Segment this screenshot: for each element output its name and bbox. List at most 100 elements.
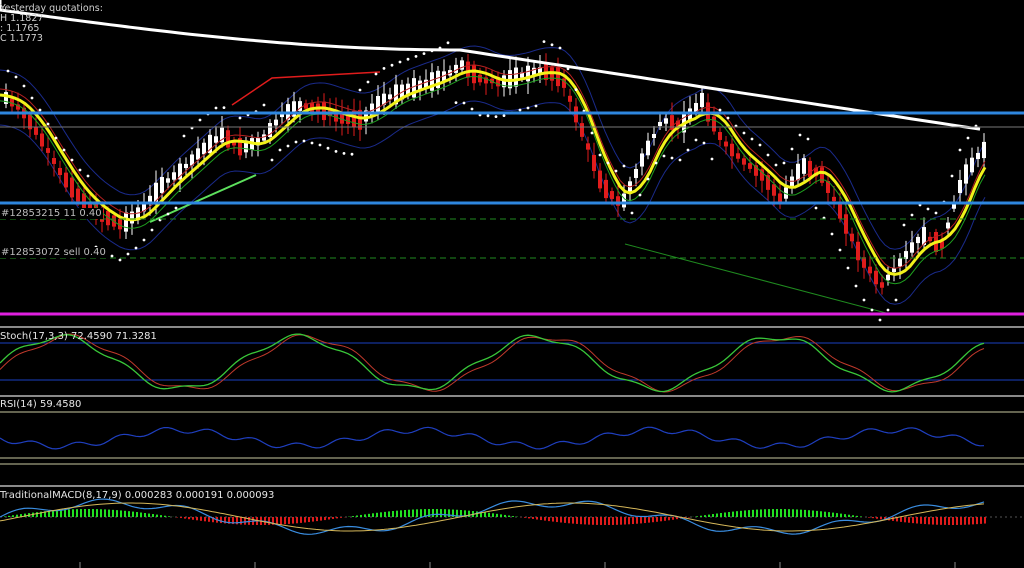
psar-dot <box>486 114 490 118</box>
psar-dot <box>222 106 226 109</box>
psar-dot <box>790 147 794 151</box>
macd-hist-bar <box>900 517 902 522</box>
candle-body <box>712 116 716 132</box>
macd-hist-bar <box>848 514 850 517</box>
macd-hist-bar <box>920 517 922 524</box>
psar-dot <box>398 60 402 64</box>
macd-hist-bar <box>780 509 782 517</box>
psar-dot <box>670 156 674 160</box>
macd-hist-bar <box>496 513 498 517</box>
macd-hist-bar <box>336 517 338 519</box>
macd-hist-bar <box>844 514 846 517</box>
candle-body <box>946 222 950 229</box>
psar-dot <box>878 318 882 322</box>
psar-dot <box>38 108 42 112</box>
macd-hist-bar <box>220 517 222 524</box>
macd-hist-bar <box>332 517 334 519</box>
psar-dot <box>46 122 50 126</box>
psar-dot <box>406 57 410 61</box>
macd-hist-bar <box>88 509 90 517</box>
macd-hist-bar <box>904 517 906 523</box>
psar-dot <box>342 152 346 155</box>
macd-hist-bar <box>116 510 118 517</box>
macd-hist-bar <box>952 517 954 525</box>
macd-hist-bar <box>584 517 586 525</box>
psar-dot <box>838 248 842 252</box>
psar-dot <box>446 41 450 45</box>
candle-body <box>274 119 278 126</box>
macd-hist-bar <box>508 515 510 517</box>
macd-hist-bar <box>744 510 746 517</box>
macd-hist-bar <box>60 509 62 517</box>
macd-hist-bar <box>16 514 18 517</box>
candle-body <box>658 121 662 127</box>
candle-body <box>778 193 782 202</box>
candle-body <box>898 258 902 267</box>
psar-dot <box>798 133 802 137</box>
psar-dot <box>966 136 970 140</box>
macd-hist-bar <box>368 513 370 517</box>
psar-dot <box>310 141 314 145</box>
macd-hist-bar <box>624 517 626 525</box>
macd-hist-bar <box>128 511 130 517</box>
candle-body <box>802 158 806 174</box>
psar-dot <box>270 158 274 162</box>
order-label-1[interactable]: #12853215 11 0.40 <box>0 208 103 219</box>
macd-hist-bar <box>108 509 110 517</box>
psar-dot <box>686 148 690 152</box>
macd-hist-bar <box>148 513 150 517</box>
candle-body <box>634 169 638 178</box>
macd-hist-bar <box>928 517 930 525</box>
macd-hist-bar <box>404 510 406 517</box>
macd-hist-bar <box>376 512 378 517</box>
macd-hist-bar <box>524 517 526 518</box>
macd-hist-bar <box>944 517 946 525</box>
candle-body <box>592 154 596 172</box>
macd-hist-bar <box>328 517 330 520</box>
trading-chart[interactable] <box>0 0 1024 568</box>
candle-body <box>796 163 800 181</box>
psar-dot <box>350 152 354 156</box>
psar-dot <box>830 232 834 236</box>
macd-hist-bar <box>936 517 938 525</box>
macd-hist-bar <box>208 517 210 522</box>
psar-dot <box>862 298 866 302</box>
candle-body <box>376 95 380 113</box>
macd-hist-bar <box>628 517 630 525</box>
macd-hist-bar <box>380 512 382 517</box>
psar-dot <box>302 139 306 143</box>
order-label-2[interactable]: #12853072 sell 0.40 <box>0 247 107 258</box>
macd-hist-bar <box>852 515 854 517</box>
macd-hist-bar <box>828 512 830 517</box>
macd-hist-bar <box>616 517 618 525</box>
macd-hist-bar <box>640 517 642 524</box>
macd-hist-bar <box>448 509 450 517</box>
macd-hist-bar <box>696 516 698 517</box>
candle-body <box>40 133 44 147</box>
candle-body <box>604 179 608 199</box>
macd-hist-bar <box>916 517 918 524</box>
psar-dot <box>150 228 154 232</box>
macd-hist-bar <box>436 509 438 517</box>
macd-hist-bar <box>588 517 590 525</box>
candle-body <box>124 212 128 232</box>
macd-hist-bar <box>796 509 798 517</box>
macd-hist-bar <box>876 517 878 519</box>
macd-hist-bar <box>504 514 506 517</box>
macd-hist-bar <box>948 517 950 525</box>
psar-dot <box>78 168 82 172</box>
macd-hist-bar <box>984 517 986 524</box>
macd-hist-bar <box>136 512 138 517</box>
candle-body <box>586 143 590 150</box>
macd-hist-bar <box>64 509 66 517</box>
macd-hist-bar <box>668 517 670 521</box>
macd-hist-bar <box>580 517 582 525</box>
psar-dot <box>502 114 506 117</box>
macd-hist-bar <box>444 509 446 517</box>
psar-dot <box>278 148 282 152</box>
macd-hist-bar <box>812 510 814 517</box>
candle-body <box>886 274 890 281</box>
candle-body <box>982 141 986 159</box>
candle-body <box>166 178 170 183</box>
macd-hist-bar <box>4 516 6 517</box>
